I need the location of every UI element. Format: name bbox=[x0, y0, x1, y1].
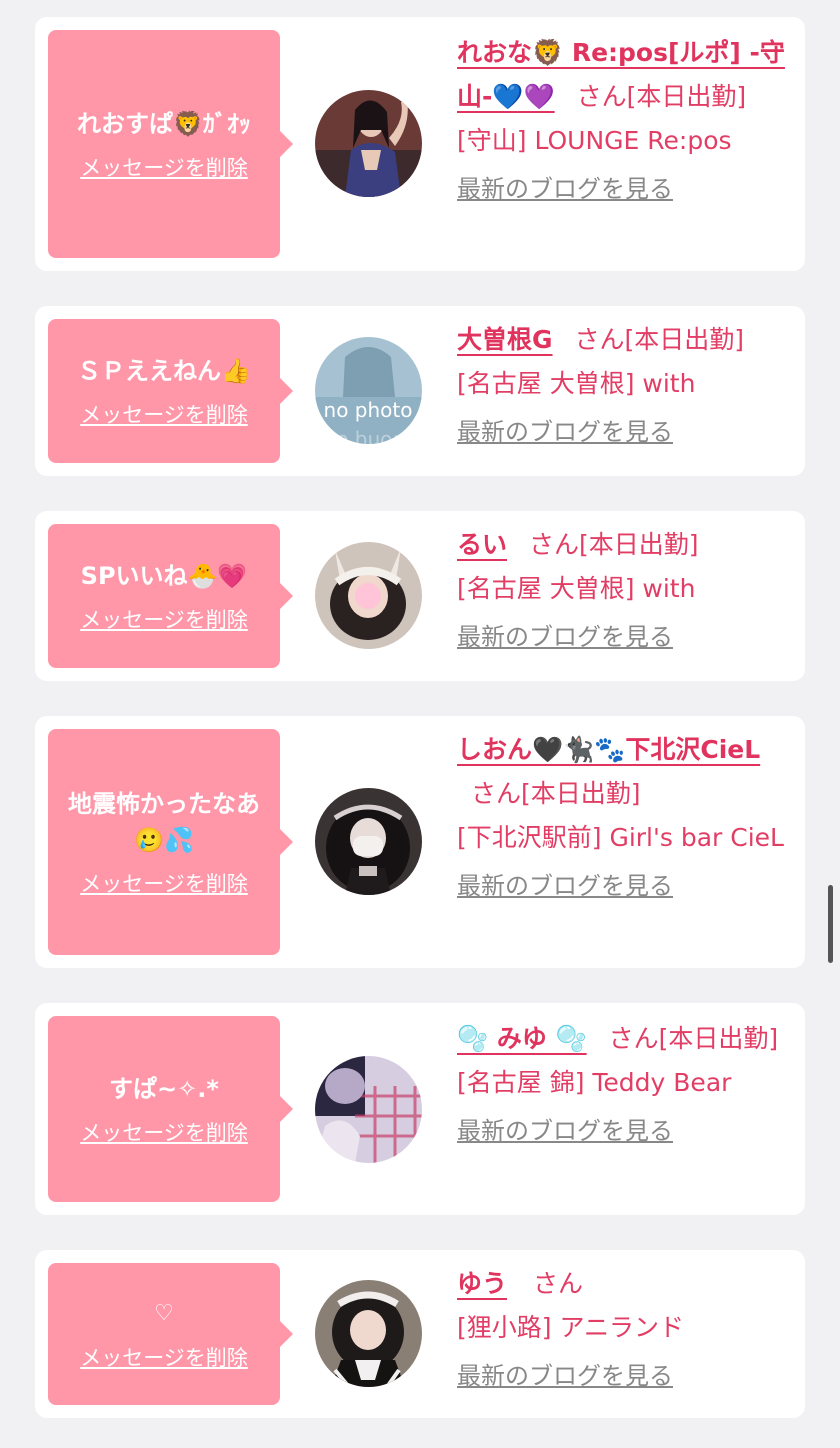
shop-label: [名古屋 錦] Teddy Bear bbox=[457, 1068, 732, 1097]
message-bubble: ＳＰええねん👍 メッセージを削除 bbox=[48, 319, 293, 463]
pink-plaid-photo-icon bbox=[315, 1056, 422, 1163]
message-bubble: 地震怖かったなあ🥲💦 メッセージを削除 bbox=[48, 729, 293, 955]
scrollbar[interactable] bbox=[828, 885, 833, 963]
cast-name-link[interactable]: ゆう bbox=[457, 1269, 507, 1298]
shop-label: [名古屋 大曽根] with bbox=[457, 574, 696, 603]
latest-blog-link[interactable]: 最新のブログを見る bbox=[457, 1358, 673, 1394]
cast-info: 🫧 みゆ 🫧 さん[本日出勤] [名古屋 錦] Teddy Bear 最新のブロ… bbox=[457, 1017, 792, 1149]
avatar[interactable] bbox=[315, 1280, 422, 1387]
delete-message-link[interactable]: メッセージを削除 bbox=[80, 1344, 248, 1372]
no-photo-text: no photo bbox=[324, 398, 413, 422]
maid-photo-icon bbox=[315, 1280, 422, 1387]
cast-info: れおな🦁 Re:pos[ルポ] -守山-💙💜 さん[本日出勤] [守山] LOU… bbox=[457, 31, 792, 207]
message-text: SPいいね🐣💗 bbox=[80, 562, 248, 590]
no-photo-reflection: no photo bbox=[324, 430, 413, 444]
honorific: さん bbox=[532, 1269, 583, 1298]
message-text: れおすぱ🦁ｶﾞｵｯ bbox=[77, 110, 251, 138]
cast-info: るい さん[本日出勤] [名古屋 大曽根] with 最新のブログを見る bbox=[457, 523, 792, 655]
favorite-card: ＳＰええねん👍 メッセージを削除 no photo no photo 大曽根G … bbox=[35, 306, 805, 476]
shop-label: [名古屋 大曽根] with bbox=[457, 369, 696, 398]
attendance-status: [本日出勤] bbox=[578, 530, 699, 559]
shop-label: [狸小路] アニランド bbox=[457, 1313, 684, 1342]
honorific: さん bbox=[471, 779, 522, 808]
favorite-card: ♡ メッセージを削除 ゆう さん [狸小路] アニランド 最新のブログを見る bbox=[35, 1250, 805, 1418]
delete-message-link[interactable]: メッセージを削除 bbox=[80, 870, 248, 898]
delete-message-link[interactable]: メッセージを削除 bbox=[80, 1119, 248, 1147]
cast-info: 大曽根G さん[本日出勤] [名古屋 大曽根] with 最新のブログを見る bbox=[457, 318, 792, 450]
latest-blog-link[interactable]: 最新のブログを見る bbox=[457, 619, 673, 655]
delete-message-link[interactable]: メッセージを削除 bbox=[80, 401, 248, 429]
message-text: 地震怖かったなあ🥲💦 bbox=[68, 790, 260, 854]
avatar[interactable] bbox=[315, 788, 422, 895]
shop-label: [守山] LOUNGE Re:pos bbox=[457, 126, 732, 155]
favorite-card: 地震怖かったなあ🥲💦 メッセージを削除 しおん🖤🐈‍⬛🐾下北沢CieL さん[本… bbox=[35, 716, 805, 968]
woman-photo-icon bbox=[315, 90, 422, 197]
message-text: すぱ~✧.* bbox=[109, 1075, 219, 1103]
cast-name-link[interactable]: 大曽根G bbox=[457, 325, 553, 354]
attendance-status: [本日出勤] bbox=[624, 325, 745, 354]
delete-message-link[interactable]: メッセージを削除 bbox=[80, 606, 248, 634]
message-text: ♡ bbox=[154, 1301, 174, 1326]
attendance-status: [本日出勤] bbox=[626, 82, 747, 111]
favorite-card: すぱ~✧.* メッセージを削除 🫧 みゆ 🫧 さん[本日出勤] [名古屋 錦] … bbox=[35, 1003, 805, 1215]
shop-label: [下北沢駅前] Girl's bar CieL bbox=[457, 823, 784, 852]
latest-blog-link[interactable]: 最新のブログを見る bbox=[457, 868, 673, 904]
message-bubble: すぱ~✧.* メッセージを削除 bbox=[48, 1016, 293, 1202]
message-text: ＳＰええねん👍 bbox=[77, 357, 251, 385]
attendance-status: [本日出勤] bbox=[521, 779, 641, 808]
cast-info: ゆう さん [狸小路] アニランド 最新のブログを見る bbox=[457, 1262, 792, 1394]
honorific: さん bbox=[576, 82, 627, 111]
message-bubble: れおすぱ🦁ｶﾞｵｯ メッセージを削除 bbox=[48, 30, 293, 258]
cast-info: しおん🖤🐈‍⬛🐾下北沢CieL さん[本日出勤] [下北沢駅前] Girl's … bbox=[457, 728, 792, 904]
message-bubble: SPいいね🐣💗 メッセージを削除 bbox=[48, 524, 293, 668]
latest-blog-link[interactable]: 最新のブログを見る bbox=[457, 414, 673, 450]
message-bubble: ♡ メッセージを削除 bbox=[48, 1263, 293, 1405]
avatar[interactable] bbox=[315, 90, 422, 197]
honorific: さん bbox=[528, 530, 579, 559]
latest-blog-link[interactable]: 最新のブログを見る bbox=[457, 1113, 673, 1149]
gothic-photo-icon bbox=[315, 788, 422, 895]
no-photo-icon: no photo no photo bbox=[315, 337, 422, 444]
cast-name-link[interactable]: 🫧 みゆ 🫧 bbox=[457, 1024, 587, 1053]
favorite-card: SPいいね🐣💗 メッセージを削除 るい さん[本日出勤] [名古屋 大曽根] w… bbox=[35, 511, 805, 681]
avatar[interactable]: no photo no photo bbox=[315, 337, 422, 444]
attendance-status: [本日出勤] bbox=[658, 1024, 779, 1053]
avatar[interactable] bbox=[315, 1056, 422, 1163]
favorite-card: れおすぱ🦁ｶﾞｵｯ メッセージを削除 れおな🦁 Re:pos[ルポ] -守山-💙… bbox=[35, 17, 805, 271]
latest-blog-link[interactable]: 最新のブログを見る bbox=[457, 171, 673, 207]
honorific: さん bbox=[608, 1024, 659, 1053]
cast-name-link[interactable]: るい bbox=[457, 530, 507, 559]
cast-name-link[interactable]: しおん🖤🐈‍⬛🐾下北沢CieL bbox=[457, 735, 760, 764]
honorific: さん bbox=[574, 325, 625, 354]
delete-message-link[interactable]: メッセージを削除 bbox=[80, 154, 248, 182]
bunny-ears-photo-icon bbox=[315, 542, 422, 649]
avatar[interactable] bbox=[315, 542, 422, 649]
